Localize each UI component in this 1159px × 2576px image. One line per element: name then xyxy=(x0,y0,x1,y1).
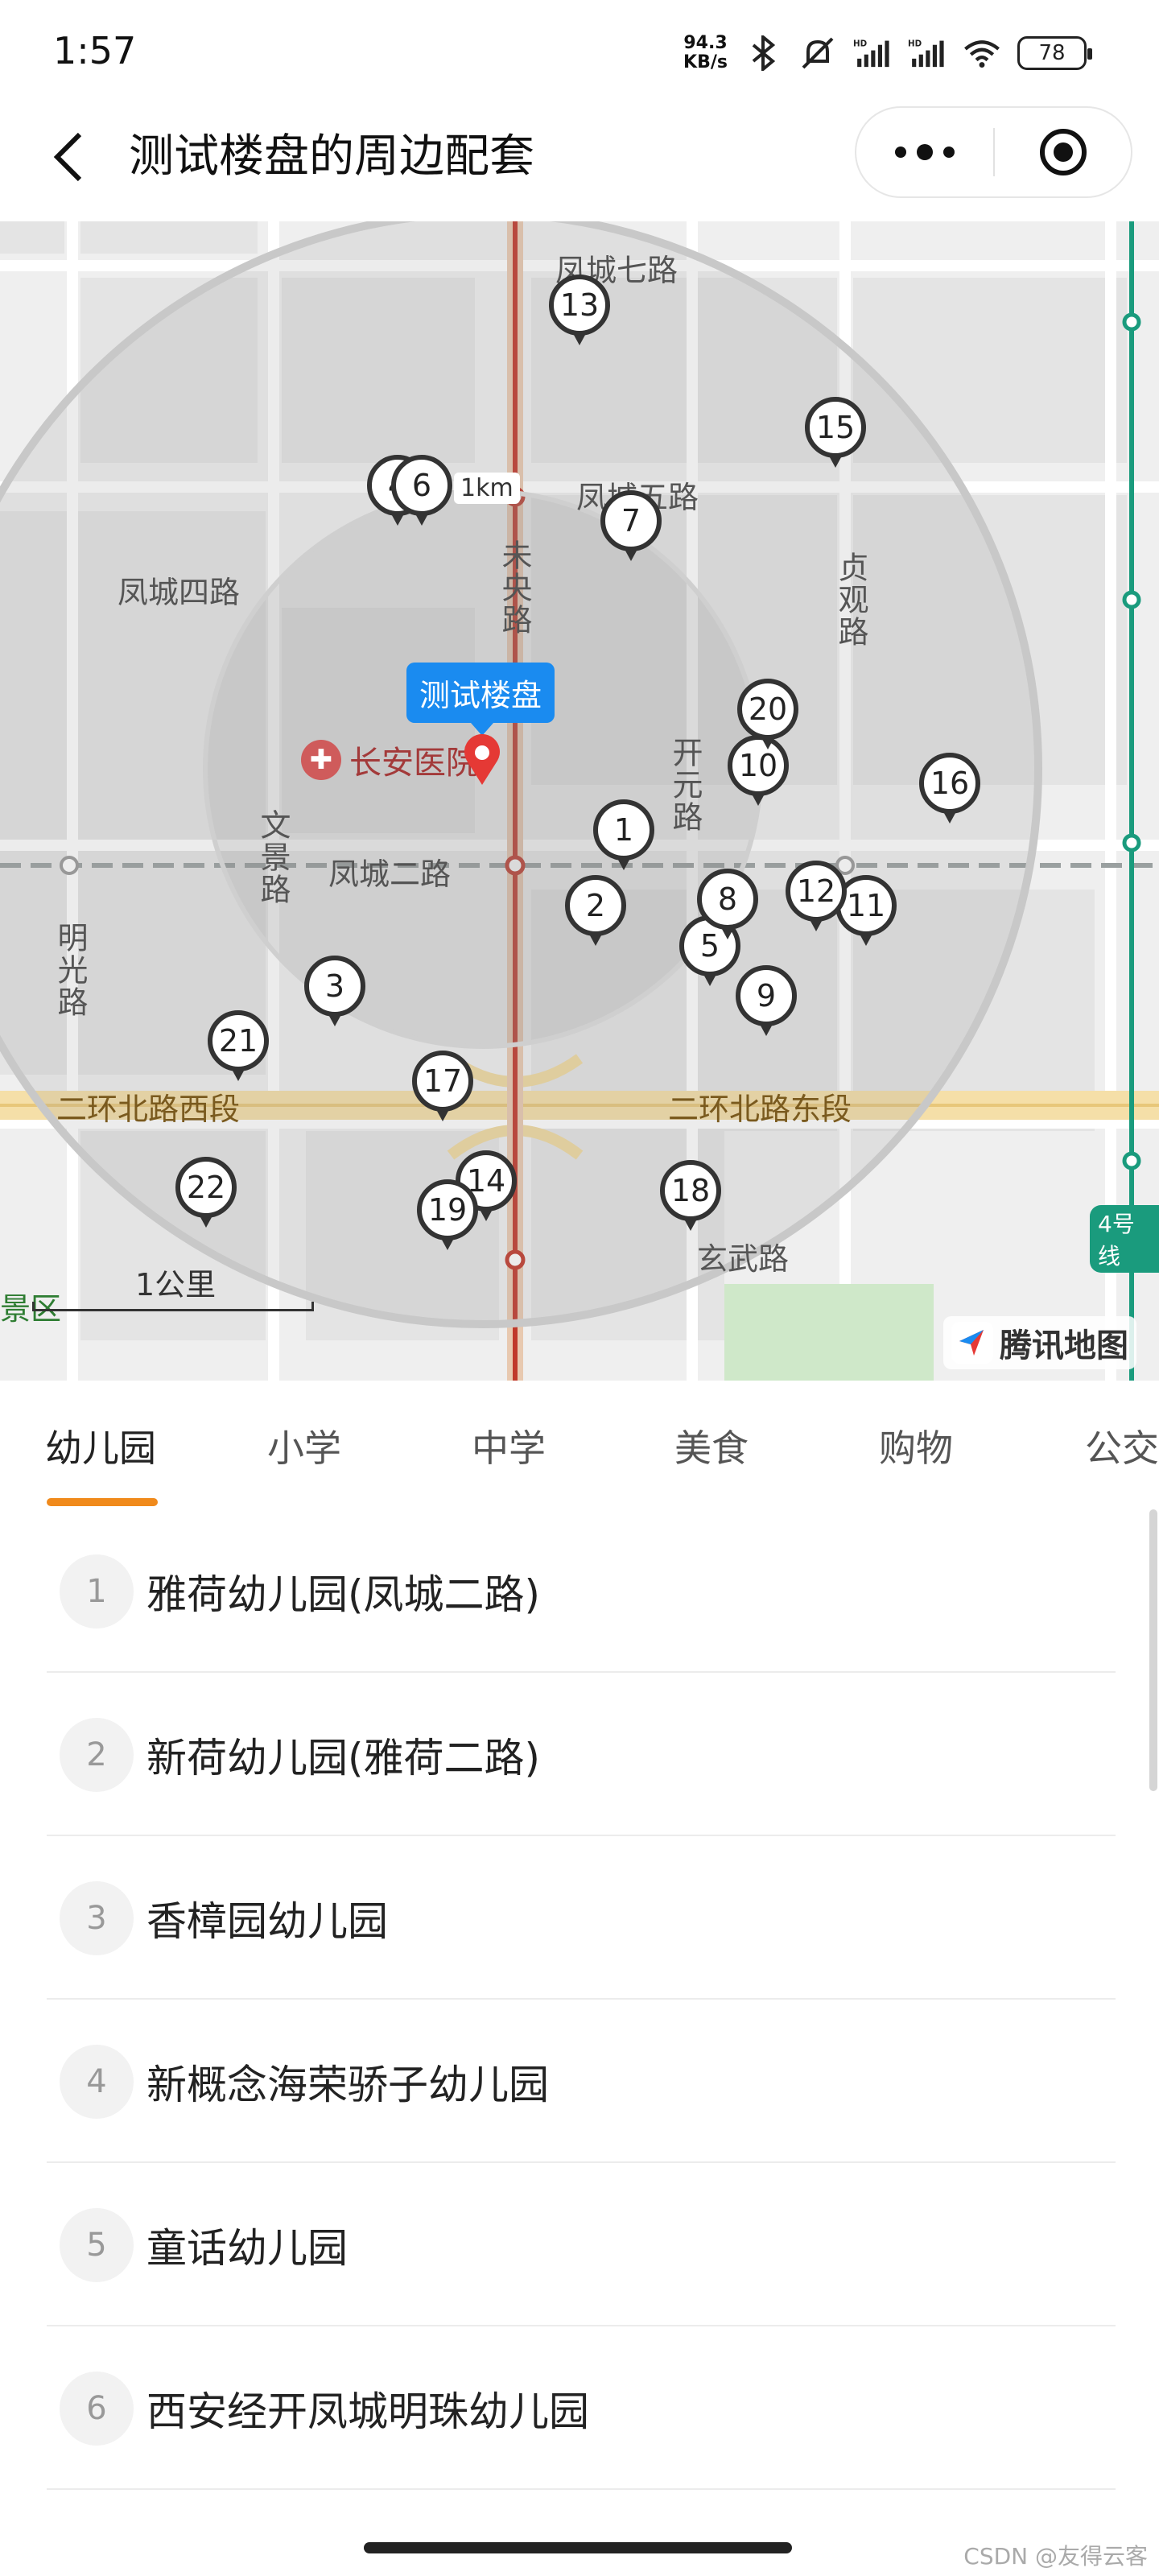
status-icons: 94.3 KB/s HD HD 78 xyxy=(683,31,1092,76)
road-label: 玄武路 xyxy=(697,1241,790,1277)
nav-bar: 测试楼盘的周边配套 xyxy=(0,105,1159,221)
poi-marker[interactable]: 7 xyxy=(600,490,662,568)
category-tabs: 幼儿园 小学 中学 美食 购物 公交 xyxy=(0,1381,1159,1509)
tab-middle-school[interactable]: 中学 xyxy=(472,1419,546,1472)
back-button[interactable] xyxy=(40,129,97,185)
poi-marker[interactable]: 21 xyxy=(208,1010,269,1088)
list-item[interactable]: 1 雅荷幼儿园(凤城二路) xyxy=(47,1509,1116,1673)
road-label: 开元路 xyxy=(667,737,703,833)
poi-marker[interactable]: 16 xyxy=(919,753,980,830)
list-item-name: 西安经开凤城明珠幼儿园 xyxy=(146,2388,589,2435)
poi-marker[interactable]: 17 xyxy=(412,1051,473,1128)
list-item-name: 童话幼儿园 xyxy=(146,2225,348,2272)
home-indicator[interactable] xyxy=(364,2542,792,2553)
poi-marker[interactable]: 13 xyxy=(549,275,610,352)
map-view[interactable]: 凤城七路 凤城五路 凤城四路 凤城二路 未央路 贞观路 开元路 文景路 明光路 … xyxy=(0,221,1159,1381)
road-label: 二环北路西段 xyxy=(56,1092,241,1127)
map-scale: 景区 1公里 xyxy=(0,1260,322,1327)
wifi-icon xyxy=(963,34,1001,72)
map-logo-text: 腾讯地图 xyxy=(1000,1327,1128,1364)
road-label: 文景路 xyxy=(255,809,291,906)
list-item[interactable]: 5 童话幼儿园 xyxy=(47,2163,1116,2326)
metro-line-badge: 4号线 xyxy=(1090,1205,1159,1273)
signal-hd-icon: HD xyxy=(908,34,947,72)
svg-text:HD: HD xyxy=(853,39,867,48)
battery-icon: 78 xyxy=(1017,36,1092,70)
scale-bar xyxy=(32,1302,314,1311)
tab-primary-school[interactable]: 小学 xyxy=(267,1419,341,1472)
poi-marker[interactable]: 3 xyxy=(304,956,365,1033)
poi-marker[interactable]: 18 xyxy=(660,1160,721,1237)
list-index: 5 xyxy=(60,2208,134,2282)
tab-indicator xyxy=(47,1498,158,1506)
close-button[interactable] xyxy=(995,108,1131,196)
status-bar: 1:57 94.3 KB/s HD HD 78 xyxy=(0,0,1159,105)
map-base xyxy=(0,221,1159,1381)
list-item-name: 新概念海荣骄子幼儿园 xyxy=(146,2062,549,2108)
list-index: 2 xyxy=(60,1718,134,1792)
poi-marker[interactable]: 1 xyxy=(593,799,654,877)
list-index: 6 xyxy=(60,2372,134,2446)
poi-marker[interactable]: 6 xyxy=(391,455,452,532)
status-time: 1:57 xyxy=(53,29,137,72)
road-label: 贞观路 xyxy=(833,551,868,648)
tab-shopping[interactable]: 购物 xyxy=(879,1419,953,1472)
tab-kindergarten[interactable]: 幼儿园 xyxy=(45,1419,156,1472)
scale-label: 1公里 xyxy=(135,1267,217,1302)
more-button[interactable] xyxy=(856,108,993,196)
road-label: 凤城四路 xyxy=(118,575,241,610)
target-close-icon xyxy=(1039,129,1087,175)
hospital-label: 长安医院 xyxy=(349,745,478,782)
list-item-name: 香樟园幼儿园 xyxy=(146,1898,388,1945)
road-label: 二环北路东段 xyxy=(668,1092,852,1127)
road-label: 凤城二路 xyxy=(328,857,452,892)
road-label: 明光路 xyxy=(52,922,88,1018)
poi-marker[interactable]: 20 xyxy=(737,679,798,756)
radius-label: 1km xyxy=(454,473,520,504)
property-bubble[interactable]: 测试楼盘 xyxy=(406,663,555,736)
poi-marker[interactable]: 19 xyxy=(417,1179,478,1257)
poi-marker[interactable]: 22 xyxy=(175,1157,237,1234)
hospital-poi[interactable]: ✚ 长安医院 xyxy=(301,737,478,783)
more-dots-icon xyxy=(895,144,955,160)
map-logo: 腾讯地图 xyxy=(943,1316,1136,1369)
back-arrow-icon xyxy=(53,132,82,182)
signal-hd-icon: HD xyxy=(853,34,892,72)
net-speed: 94.3 KB/s xyxy=(683,33,728,72)
mute-icon xyxy=(798,34,837,72)
location-pin-icon xyxy=(464,733,500,785)
page-title: 测试楼盘的周边配套 xyxy=(129,130,534,183)
tab-food[interactable]: 美食 xyxy=(674,1419,749,1472)
poi-list: 1 雅荷幼儿园(凤城二路) 2 新荷幼儿园(雅荷二路) 3 香樟园幼儿园 4 新… xyxy=(0,1509,1159,2496)
list-index: 4 xyxy=(60,2045,134,2119)
tencent-map-logo-icon xyxy=(951,1322,993,1364)
list-item[interactable]: 6 西安经开凤城明珠幼儿园 xyxy=(47,2326,1116,2490)
poi-marker[interactable]: 12 xyxy=(786,861,847,938)
miniprogram-capsule xyxy=(855,106,1132,198)
list-item[interactable]: 2 新荷幼儿园(雅荷二路) xyxy=(47,1673,1116,1836)
hospital-icon: ✚ xyxy=(301,740,341,780)
list-item-name: 雅荷幼儿园(凤城二路) xyxy=(146,1571,541,1618)
watermark: CSDN @友得云客 xyxy=(963,2543,1148,2570)
poi-marker[interactable]: 9 xyxy=(736,965,797,1042)
bluetooth-icon xyxy=(744,34,782,72)
list-item-name: 新荷幼儿园(雅荷二路) xyxy=(146,1735,541,1781)
road-label: 未央路 xyxy=(497,539,532,636)
svg-text:HD: HD xyxy=(908,39,922,48)
list-item[interactable]: 3 香樟园幼儿园 xyxy=(47,1836,1116,2000)
poi-marker[interactable]: 15 xyxy=(805,397,866,474)
scrollbar[interactable] xyxy=(1149,1509,1157,1791)
tab-bus[interactable]: 公交 xyxy=(1085,1419,1159,1472)
poi-marker[interactable]: 8 xyxy=(697,869,758,946)
poi-marker[interactable]: 2 xyxy=(565,875,626,952)
list-index: 1 xyxy=(60,1554,134,1629)
list-index: 3 xyxy=(60,1881,134,1955)
list-item[interactable]: 4 新概念海荣骄子幼儿园 xyxy=(47,2000,1116,2163)
